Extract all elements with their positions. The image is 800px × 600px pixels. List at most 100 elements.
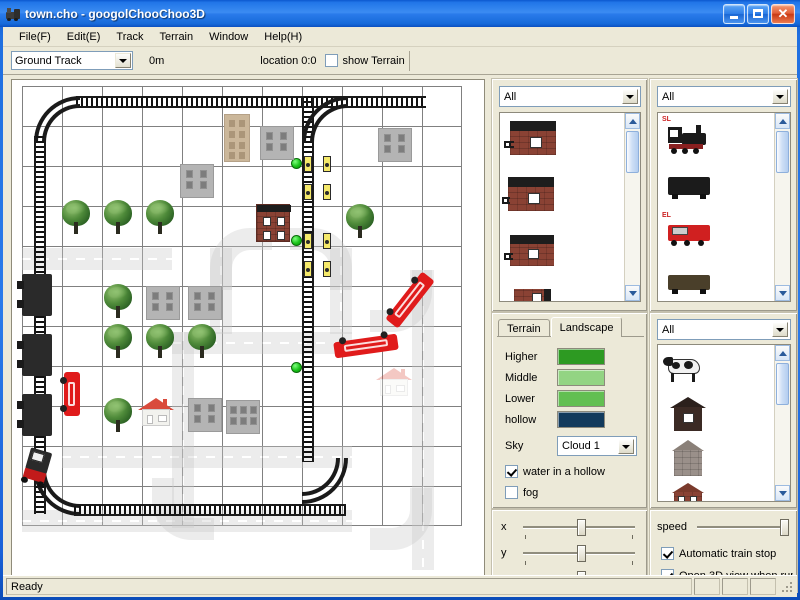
map-canvas[interactable] <box>11 79 485 591</box>
speed-slider-thumb[interactable] <box>780 519 789 536</box>
water-hollow-checkbox[interactable] <box>505 465 518 478</box>
menu-window[interactable]: Window <box>201 29 256 45</box>
palette-item[interactable] <box>502 173 574 229</box>
chevron-down-icon[interactable] <box>772 89 788 104</box>
track-type-combo[interactable]: Ground Track <box>11 51 133 70</box>
palette-item-cow[interactable] <box>662 349 720 393</box>
scroll-down-icon[interactable] <box>775 485 790 501</box>
scrollbar-track[interactable] <box>625 129 640 285</box>
palette-item-gondola[interactable] <box>662 261 720 301</box>
palette-item-electric-loco[interactable]: EL <box>662 212 720 261</box>
palette-item-stone-house[interactable] <box>662 437 720 481</box>
scrollbar-track[interactable] <box>775 361 790 485</box>
tab-landscape[interactable]: Landscape <box>550 317 623 337</box>
scroll-down-icon[interactable] <box>775 285 790 301</box>
building-sprite[interactable] <box>188 286 222 320</box>
tree-sprite[interactable] <box>188 324 216 358</box>
crossing-gate[interactable] <box>323 261 331 277</box>
scrollbar-thumb[interactable] <box>626 131 639 173</box>
crossing-gate[interactable] <box>323 184 331 200</box>
train-filter-combo[interactable]: All <box>657 86 791 107</box>
scrollbar-track[interactable] <box>775 129 790 285</box>
building-sprite[interactable] <box>146 286 180 320</box>
palette-item-brick-apartment[interactable] <box>662 481 720 501</box>
palette-item[interactable] <box>504 117 574 173</box>
passenger-car[interactable] <box>60 372 80 416</box>
fog-checkbox[interactable] <box>505 486 518 499</box>
scroll-up-icon[interactable] <box>775 113 790 129</box>
building-list-scrollbar[interactable] <box>624 113 640 301</box>
building-palette-list[interactable] <box>499 112 641 302</box>
menu-track[interactable]: Track <box>108 29 151 45</box>
chevron-down-icon[interactable] <box>115 53 131 68</box>
scroll-down-icon[interactable] <box>625 285 640 301</box>
building-sprite[interactable] <box>378 128 412 162</box>
close-button[interactable]: ✕ <box>771 3 795 24</box>
train-palette-list[interactable]: SL EL <box>657 112 791 302</box>
slider-thumb-y[interactable] <box>577 545 586 562</box>
speed-slider[interactable] <box>697 517 789 537</box>
tree-sprite[interactable] <box>146 200 174 234</box>
tree-sprite[interactable] <box>62 200 90 234</box>
train-list-scrollbar[interactable] <box>774 113 790 301</box>
signal-green[interactable] <box>291 235 302 246</box>
tree-sprite[interactable] <box>104 398 132 432</box>
tree-sprite[interactable] <box>104 200 132 234</box>
water-hollow-row[interactable]: water in a hollow <box>505 465 605 478</box>
building-sprite[interactable] <box>180 164 214 198</box>
crossing-gate[interactable] <box>323 156 331 172</box>
crossing-gate[interactable] <box>304 233 312 249</box>
level-hollow-swatch[interactable] <box>557 411 605 428</box>
building-filter-combo[interactable]: All <box>499 86 641 107</box>
show-terrain-checkbox[interactable] <box>324 54 338 67</box>
tree-sprite[interactable] <box>346 204 374 238</box>
tab-terrain[interactable]: Terrain <box>498 319 550 337</box>
palette-item-dark-house[interactable] <box>662 393 720 437</box>
fog-row[interactable]: fog <box>505 486 538 499</box>
palette-item[interactable] <box>504 285 574 301</box>
building-sprite[interactable] <box>226 400 260 434</box>
crossing-gate[interactable] <box>323 233 331 249</box>
menu-help[interactable]: Help(H) <box>256 29 310 45</box>
menu-terrain[interactable]: Terrain <box>152 29 202 45</box>
resize-grip-icon[interactable] <box>780 580 794 594</box>
freight-car[interactable] <box>17 274 52 316</box>
freight-car[interactable] <box>17 394 52 436</box>
auto-stop-row[interactable]: Automatic train stop <box>661 547 776 560</box>
slider-y[interactable] <box>523 543 635 565</box>
building-sprite[interactable] <box>256 204 291 242</box>
tree-sprite[interactable] <box>104 324 132 358</box>
building-sprite[interactable] <box>260 126 294 160</box>
menu-file[interactable]: File(F) <box>11 29 59 45</box>
object-palette-list[interactable] <box>657 344 791 502</box>
object-filter-combo[interactable]: All <box>657 319 791 340</box>
building-sprite[interactable] <box>188 398 222 432</box>
crossing-gate[interactable] <box>304 261 312 277</box>
chevron-down-icon[interactable] <box>772 322 788 337</box>
crossing-gate[interactable] <box>304 156 312 172</box>
level-middle-swatch[interactable] <box>557 369 605 386</box>
palette-item-steam-loco[interactable]: SL <box>662 116 720 165</box>
object-list-scrollbar[interactable] <box>774 345 790 501</box>
chevron-down-icon[interactable] <box>618 439 634 454</box>
crossing-gate[interactable] <box>304 184 312 200</box>
slider-thumb-x[interactable] <box>577 519 586 536</box>
tree-sprite[interactable] <box>146 324 174 358</box>
palette-item[interactable] <box>504 229 574 285</box>
menu-edit[interactable]: Edit(E) <box>59 29 109 45</box>
palette-item-boxcar[interactable] <box>662 165 720 213</box>
scroll-up-icon[interactable] <box>625 113 640 129</box>
chevron-down-icon[interactable] <box>622 89 638 104</box>
building-sprite[interactable] <box>224 114 250 162</box>
sky-combo[interactable]: Cloud 1 <box>557 436 637 456</box>
scrollbar-thumb[interactable] <box>776 363 789 405</box>
minimize-button[interactable] <box>723 3 745 24</box>
freight-car[interactable] <box>17 334 52 376</box>
scroll-up-icon[interactable] <box>775 345 790 361</box>
maximize-button[interactable] <box>747 3 769 24</box>
level-higher-swatch[interactable] <box>557 348 605 365</box>
auto-stop-checkbox[interactable] <box>661 547 674 560</box>
scrollbar-thumb[interactable] <box>776 131 789 173</box>
house-sprite[interactable] <box>138 398 174 426</box>
level-lower-swatch[interactable] <box>557 390 605 407</box>
